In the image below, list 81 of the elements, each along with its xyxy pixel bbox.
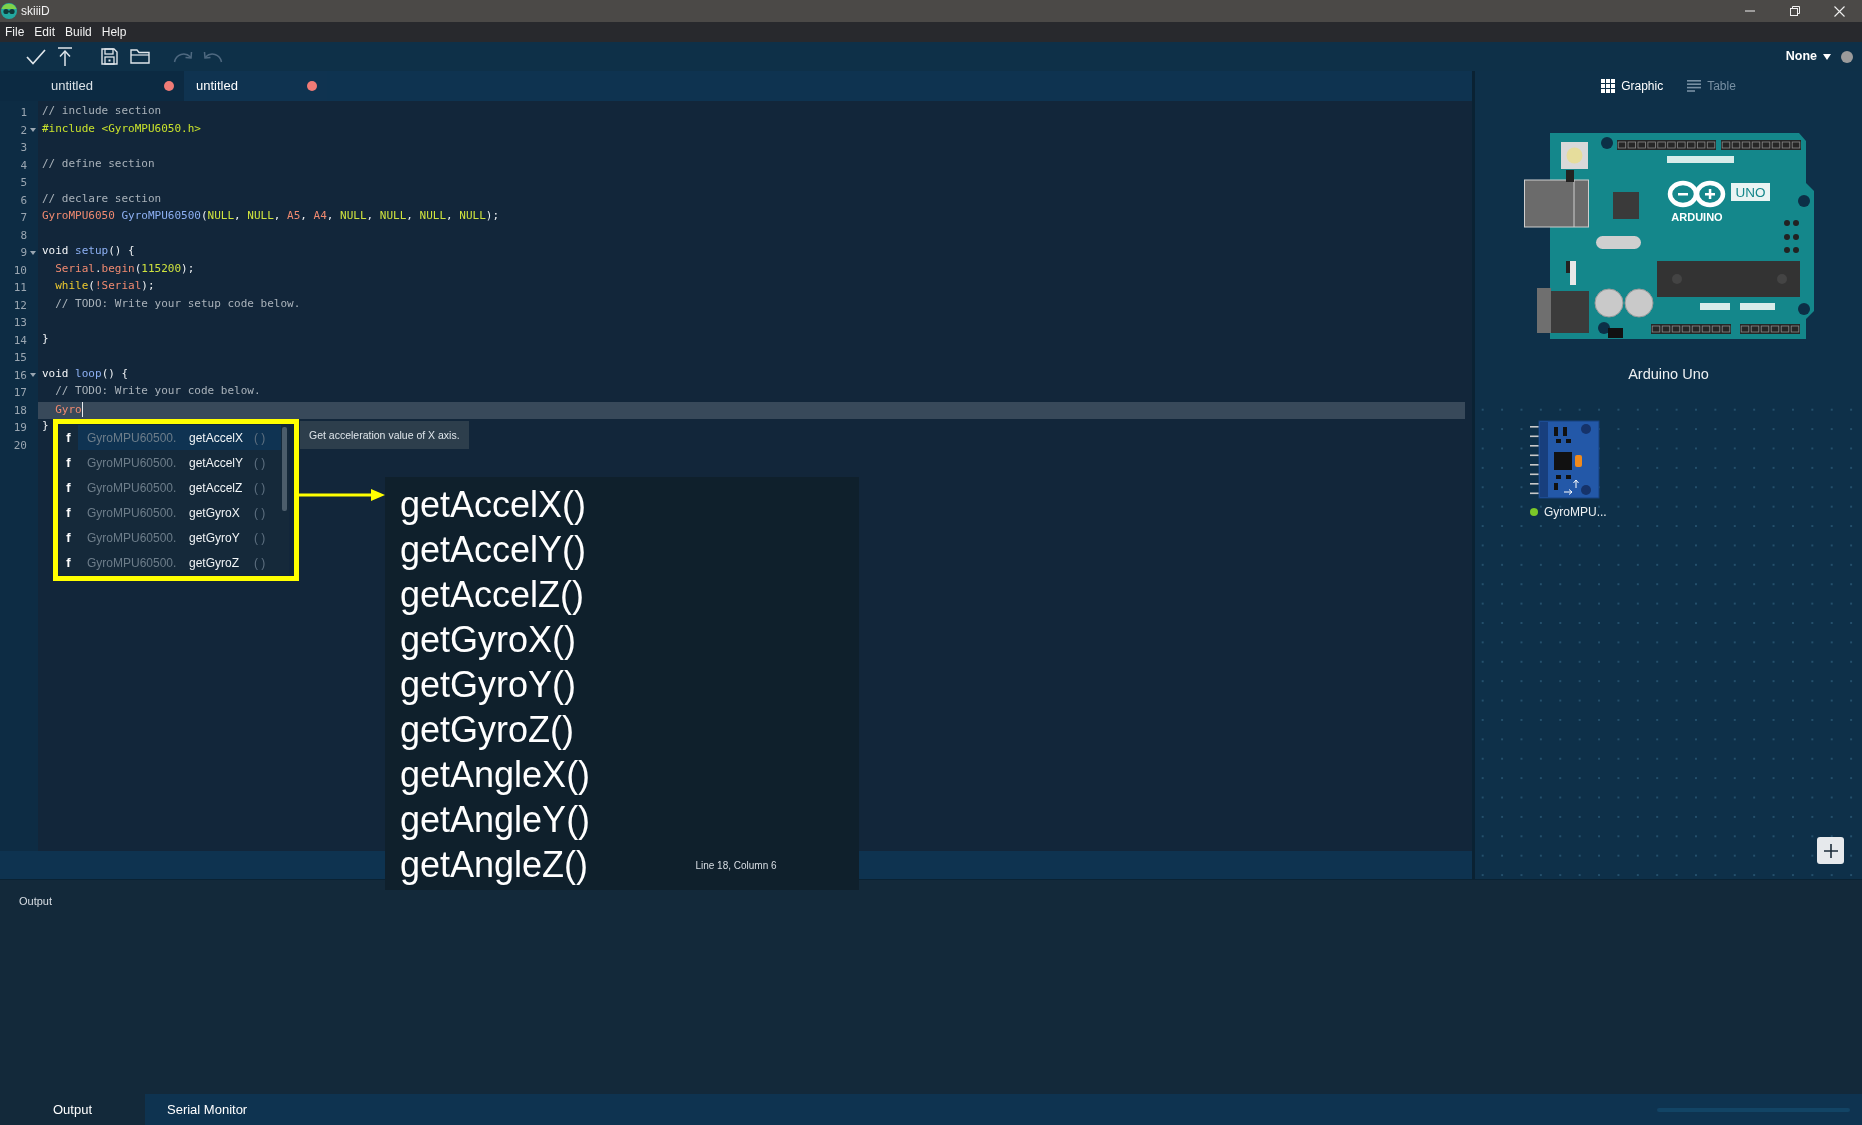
add-button[interactable]	[1817, 837, 1844, 864]
line-number: 8	[19, 228, 27, 242]
line-number: 7	[19, 211, 27, 225]
board-logo-text: ARDUINO	[1670, 211, 1723, 223]
board-name: Arduino Uno	[1628, 365, 1709, 383]
grid-icon	[1601, 79, 1616, 93]
board-model-text: UNO	[1735, 185, 1765, 200]
line-number: 10	[12, 263, 27, 277]
text-cursor	[81, 401, 83, 417]
scrollbar[interactable]	[282, 427, 287, 511]
code-line: // define section	[42, 156, 155, 170]
line-number: 4	[19, 158, 27, 172]
view-tab[interactable]: Graphic	[1601, 77, 1664, 95]
window-title: skiiiD	[21, 3, 50, 20]
code-line: // TODO: Write your code below.	[54, 384, 261, 397]
line-number: 11	[12, 281, 27, 295]
line-number: 20	[12, 438, 27, 452]
code-line: }	[42, 331, 49, 345]
code-line: Gyro	[54, 402, 82, 415]
line-number: 14	[12, 333, 27, 347]
function-name: getAccelX()	[400, 483, 587, 527]
fold-arrow-icon[interactable]	[30, 373, 36, 378]
function-name: getGyroZ()	[400, 708, 575, 752]
line-number: 5	[19, 176, 27, 190]
close-icon[interactable]	[1834, 5, 1845, 17]
module-name: GyroMPU...	[1544, 504, 1607, 521]
output-title: Output	[19, 894, 54, 909]
function-name: getAccelY()	[400, 528, 587, 572]
line-number: 16	[12, 368, 27, 382]
autocomplete-item[interactable]: f GyroMPU60500. getGyroY ( )	[59, 525, 281, 550]
list-icon	[1687, 80, 1702, 92]
fold-arrow-icon[interactable]	[30, 250, 36, 255]
caret-icon	[1823, 53, 1831, 60]
function-name: getAngleZ()	[400, 843, 589, 887]
function-name: getGyroX()	[400, 618, 577, 662]
function-name: getAngleX()	[400, 753, 591, 797]
code-line: GyroMPU6050 GyroMPU60500(NULL, NULL, A5, A4, NULL, NULL, NULL, NULL);	[42, 209, 500, 222]
check-icon[interactable]	[26, 48, 46, 65]
app-logo-icon	[1, 3, 17, 19]
autocomplete-item[interactable]: f GyroMPU60500. getAccelZ ( )	[59, 475, 281, 500]
menu-item[interactable]: File	[0, 22, 30, 42]
line-number: 12	[12, 298, 27, 312]
function-name: getAccelZ()	[400, 573, 585, 617]
code-line: // declare section	[42, 191, 162, 205]
line-number: 18	[12, 403, 27, 417]
code-line: void setup() {	[42, 244, 135, 257]
tooltip: Get acceleration value of X axis.	[300, 421, 469, 449]
port-dropdown[interactable]: None	[1785, 47, 1831, 66]
line-number: 13	[12, 316, 27, 330]
menu-item[interactable]: Build	[60, 22, 97, 42]
editor-tab[interactable]: untitled	[0, 71, 184, 101]
line-number: 19	[12, 421, 27, 435]
cursor-position: Line 18, Column 6	[695, 858, 777, 873]
arrow-up-icon[interactable]	[58, 47, 72, 66]
plus-icon	[1823, 843, 1838, 858]
autocomplete-item[interactable]: f GyroMPU60500. getAccelY ( )	[59, 450, 281, 475]
menu-item[interactable]: Help	[96, 22, 132, 42]
code-line: // TODO: Write your setup code below.	[54, 296, 301, 310]
menu-item[interactable]: Edit	[29, 22, 61, 42]
function-name: getAngleY()	[400, 798, 591, 842]
restore-icon[interactable]	[1789, 6, 1800, 16]
panel-tab[interactable]: Output	[0, 1094, 145, 1125]
line-number: 15	[12, 351, 27, 365]
function-name: getGyroY()	[400, 663, 577, 707]
code-line: // include section	[42, 104, 162, 117]
autocomplete-item[interactable]: f GyroMPU60500. getGyroX ( )	[59, 500, 281, 525]
code-line: #include <GyroMPU6050.h>	[42, 121, 201, 135]
line-number: 3	[19, 141, 27, 155]
line-number: 6	[19, 193, 27, 207]
autocomplete-item[interactable]: f GyroMPU60500. getGyroZ ( )	[59, 550, 281, 575]
code-line: }	[42, 419, 49, 432]
code-line: Serial.begin(115200);	[54, 261, 195, 275]
line-number: 17	[12, 386, 27, 400]
code-line: void loop() {	[42, 366, 129, 380]
code-line: while(!Serial);	[54, 279, 155, 292]
line-number: 9	[19, 246, 27, 260]
line-number: 2	[19, 123, 27, 137]
line-number: 1	[19, 106, 27, 120]
folder-icon[interactable]	[130, 49, 150, 64]
fold-arrow-icon[interactable]	[30, 128, 36, 133]
view-tab[interactable]: Table	[1687, 77, 1736, 95]
